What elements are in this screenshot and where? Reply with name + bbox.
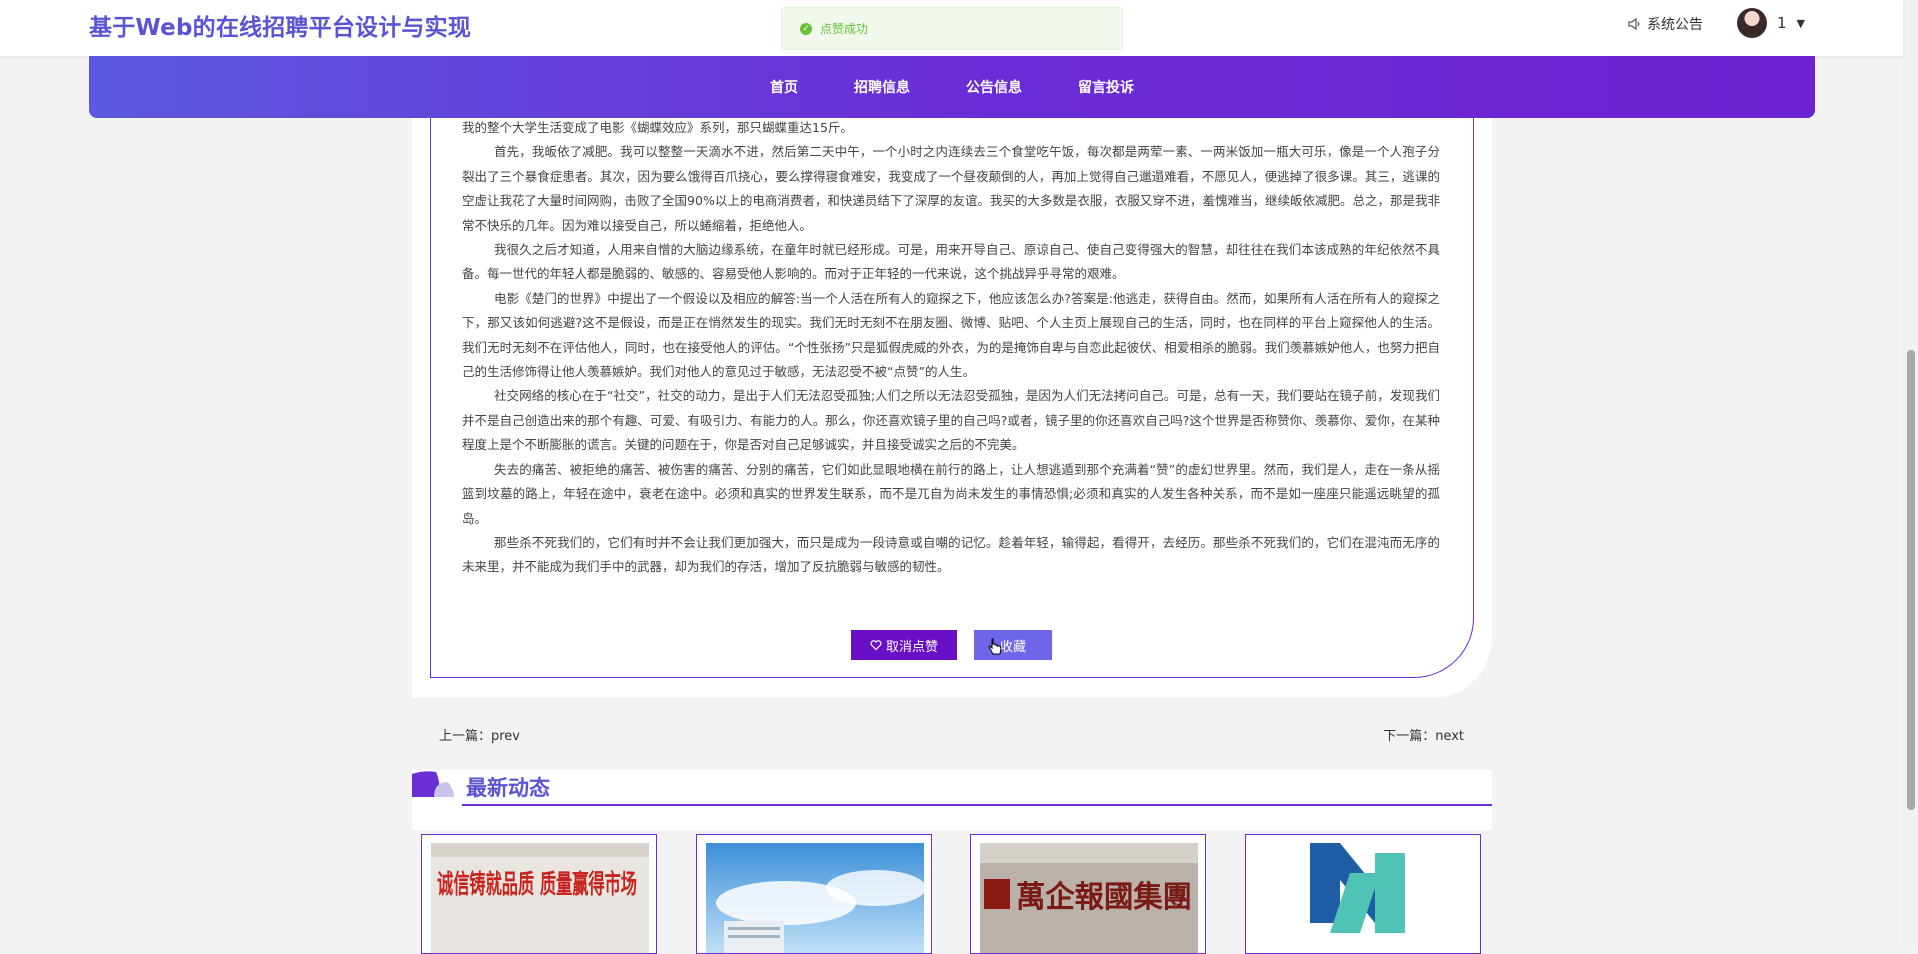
section-decor-icon <box>412 771 454 797</box>
n-logo-image <box>1255 843 1473 953</box>
toast-message: 点赞成功 <box>820 22 869 36</box>
news-card[interactable] <box>696 834 932 954</box>
office-building-sky-image <box>706 843 924 953</box>
news-card[interactable]: 诚信铸就品质 质量赢得市场 <box>421 834 657 954</box>
article-paragraph: 电影《楚门的世界》中提出了一个假设以及相应的解答:当一个人活在所有人的窥探之下，… <box>462 290 1440 380</box>
favorite-label: 收藏 <box>999 638 1026 654</box>
article-paragraph: 我很久之后才知道，人用来自憎的大脑边缘系统，在童年时就已经形成。可是，用来开导自… <box>462 242 1440 282</box>
system-notice-link[interactable]: 系统公告 <box>1627 14 1703 34</box>
company-logo-wall-image: 萬企報國集團 <box>980 843 1198 953</box>
hand-cursor-icon <box>988 638 1002 655</box>
card-caption-line: 诚信铸就品质 质量赢得市场 <box>437 869 637 900</box>
article-paragraph: 我的整个大学生活变成了电影《蝴蝶效应》系列，那只蝴蝶重达15斤。 <box>462 120 853 135</box>
avatar[interactable] <box>1736 8 1767 38</box>
nav-announcements[interactable]: 公告信息 <box>938 77 1050 97</box>
article-pager: 上一篇：prev 下一篇：next <box>439 725 1464 744</box>
article-paragraph: 首先，我皈依了减肥。我可以整整一天滴水不进，然后第二天中午，一个小时之内连续去三… <box>462 144 1440 233</box>
unlike-button[interactable]: 取消点赞 <box>851 630 957 660</box>
nav-feedback[interactable]: 留言投诉 <box>1050 77 1162 97</box>
next-link[interactable]: 下一篇：next <box>1383 725 1464 744</box>
integrity-quality-wall-image: 诚信铸就品质 质量赢得市场 <box>431 843 649 953</box>
page-scrollbar[interactable] <box>1903 0 1918 944</box>
check-circle-icon: ✓ <box>800 22 812 35</box>
news-card[interactable] <box>1245 834 1481 954</box>
nav-jobs[interactable]: 招聘信息 <box>826 77 938 97</box>
system-notice-label: 系统公告 <box>1647 17 1703 33</box>
user-menu[interactable]: 1 ▼ <box>1736 8 1805 38</box>
scrollbar-thumb[interactable] <box>1907 350 1915 810</box>
nav-home[interactable]: 首页 <box>742 77 826 97</box>
site-title[interactable]: 基于Web的在线招聘平台设计与实现 <box>89 8 471 42</box>
unlike-label: 取消点赞 <box>885 638 938 654</box>
article-paragraph: 社交网络的核心在于“社交”，社交的动力，是出于人们无法忍受孤独;人们之所以无法忍… <box>462 388 1440 453</box>
success-toast: ✓ 点赞成功 <box>781 7 1123 50</box>
caret-down-icon: ▼ <box>1796 16 1805 30</box>
article-body: 我的整个大学生活变成了电影《蝴蝶效应》系列，那只蝴蝶重达15斤。 首先，我皈依了… <box>462 116 1440 580</box>
user-name: 1 <box>1776 14 1787 32</box>
article-paragraph: 失去的痛苦、被拒绝的痛苦、被伤害的痛苦、分别的痛苦，它们如此显眼地横在前行的路上… <box>462 461 1440 526</box>
latest-title: 最新动态 <box>466 776 550 800</box>
article-paragraph: 那些杀不死我们的，它们有时并不会让我们更加强大，而只是成为一段诗意或自嘲的记忆。… <box>462 534 1440 575</box>
favorite-button[interactable]: 收藏 <box>974 630 1052 660</box>
prev-link[interactable]: 上一篇：prev <box>439 729 520 744</box>
latest-section: 最新动态 <box>412 770 1492 830</box>
speaker-icon <box>1628 17 1640 31</box>
news-card[interactable]: 萬企報國集團 <box>970 834 1206 954</box>
card-caption-line: 萬企報國集團 <box>1016 880 1192 915</box>
main-nav: 首页 招聘信息 公告信息 留言投诉 <box>89 56 1815 118</box>
heart-icon <box>870 640 882 651</box>
section-divider <box>462 804 1492 806</box>
